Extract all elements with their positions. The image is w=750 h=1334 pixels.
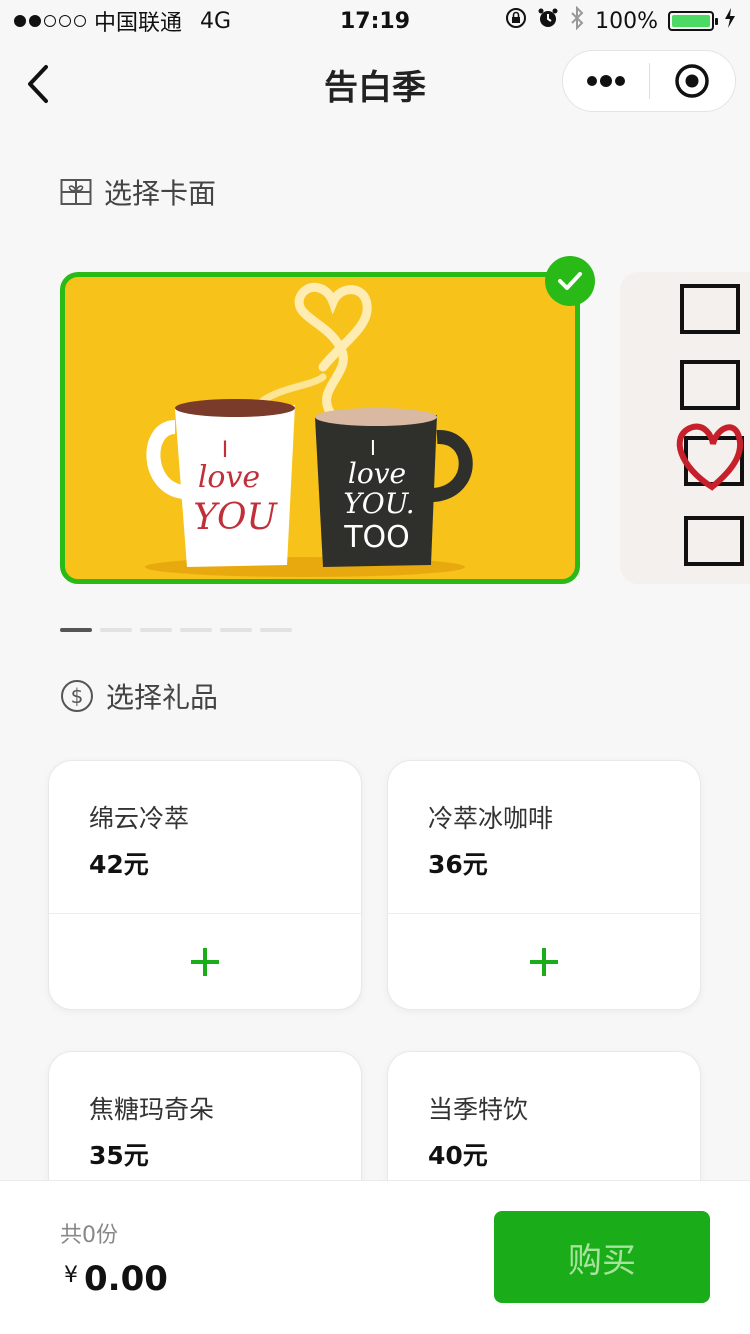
gift-price: 40元 [428,1141,488,1170]
svg-text:TOO: TOO [343,520,410,555]
currency-symbol: ¥ [64,1263,78,1288]
plus-icon [191,948,219,976]
svg-text:love: love [198,460,260,495]
card-option-selected[interactable]: I love YOU I love YOU. TOO [60,272,580,584]
card-carousel: I love YOU I love YOU. TOO [0,256,750,590]
gift-price: 36元 [428,850,488,879]
gift-name: 冷萃冰咖啡 [428,804,554,833]
carrier-label: 中国联通 [94,11,183,36]
alarm-icon [537,7,559,35]
target-icon [675,64,709,98]
checklist-heart-illustration [676,284,744,566]
card-section-header: 选择卡面 [60,172,216,212]
more-button[interactable] [563,51,649,111]
status-bar: 中国联通 4G 17:19 100% [0,0,750,42]
charging-icon [724,8,736,34]
back-button[interactable] [18,62,58,106]
indicator-dot[interactable] [100,628,132,632]
more-dots-icon [586,75,625,87]
checkout-bar: 共0份 ¥ 0.00 购买 [0,1180,750,1334]
indicator-dot[interactable] [220,628,252,632]
gift-name: 焦糖玛奇朵 [89,1095,215,1124]
status-left: 中国联通 4G [14,5,231,37]
svg-text:YOU.: YOU. [343,487,414,520]
status-right: 100% [505,5,736,36]
gift-name: 当季特饮 [428,1095,529,1124]
gift-section-header: $ 选择礼品 [60,676,218,716]
svg-text:love: love [348,457,406,490]
carousel-indicators [60,628,292,632]
indicator-dot[interactable] [260,628,292,632]
indicator-dot[interactable] [180,628,212,632]
buy-button[interactable]: 购买 [494,1211,710,1303]
gift-box-icon [60,179,92,205]
battery-percent: 100% [595,8,658,34]
gift-name: 绵云冷萃 [89,804,190,833]
capsule-menu [562,50,736,112]
selected-badge [545,256,595,306]
lock-rotation-icon [505,7,527,35]
card-section-title: 选择卡面 [104,177,217,210]
check-icon [558,272,582,290]
gift-section-title: 选择礼品 [106,681,219,714]
chevron-left-icon [28,65,48,103]
total-price: ¥ 0.00 [64,1259,168,1299]
close-button[interactable] [650,51,736,111]
gift-price: 35元 [89,1141,149,1170]
plus-icon [530,948,558,976]
svg-text:$: $ [71,684,84,708]
card-option-next[interactable] [620,272,750,584]
dollar-circle-icon: $ [61,680,93,712]
network-label: 4G [200,8,232,34]
indicator-dot[interactable] [60,628,92,632]
gift-price: 42元 [89,850,149,879]
total-amount: 0.00 [84,1259,168,1299]
item-count: 共0份 [60,1223,118,1248]
gift-card: 绵云冷萃 42元 [48,760,362,1010]
gift-card: 冷萃冰咖啡 36元 [387,760,701,1010]
coffee-mugs-illustration: I love YOU I love YOU. TOO [145,283,473,577]
add-gift-button[interactable] [388,914,700,1010]
bluetooth-icon [569,5,585,36]
svg-text:YOU: YOU [193,497,278,538]
nav-bar: 告白季 [0,42,750,126]
indicator-dot[interactable] [140,628,172,632]
add-gift-button[interactable] [49,914,361,1010]
battery-icon [668,11,718,31]
signal-icon [14,15,86,27]
